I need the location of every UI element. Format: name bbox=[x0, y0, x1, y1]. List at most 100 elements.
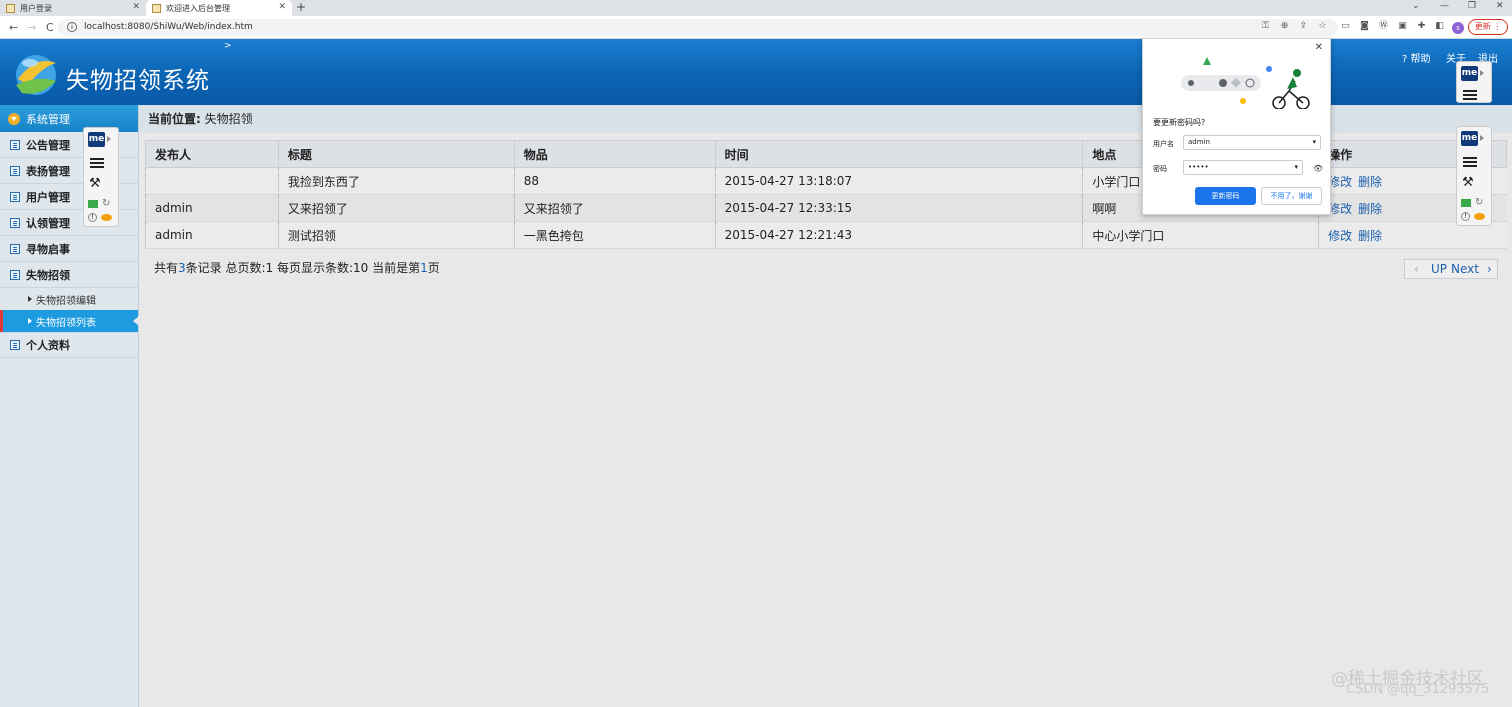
url-bar[interactable]: i localhost:8080/ShiWu/Web/index.htm bbox=[58, 19, 1338, 36]
tab-admin-welcome[interactable]: 欢迎进入后台管理 ✕ bbox=[146, 0, 292, 16]
sidebar-item-lost-notices[interactable]: 寻物启事 bbox=[0, 236, 138, 262]
minimize-button[interactable]: — bbox=[1440, 1, 1449, 11]
username-label: 用户名 bbox=[1153, 140, 1174, 148]
tab-search-icon[interactable]: ⌄ bbox=[1412, 1, 1420, 11]
camera-icon[interactable]: ◙ bbox=[1359, 21, 1370, 32]
username-select[interactable]: admin ▾ bbox=[1183, 135, 1321, 150]
page-up-button[interactable]: UP bbox=[1431, 260, 1447, 278]
close-tab-icon[interactable]: ✕ bbox=[132, 2, 140, 12]
list-icon bbox=[10, 217, 20, 228]
forward-button[interactable]: → bbox=[27, 21, 36, 34]
password-select[interactable]: ••••• ▾ bbox=[1183, 160, 1303, 175]
sidebar-section-label: 系统管理 bbox=[26, 112, 70, 126]
total-count: 3 bbox=[178, 261, 186, 275]
expand-arrow-icon[interactable] bbox=[1480, 135, 1484, 141]
list-icon bbox=[10, 139, 20, 150]
tab-user-login[interactable]: 用户登录 ✕ bbox=[0, 0, 146, 16]
expand-arrow-icon[interactable] bbox=[1480, 70, 1484, 76]
delete-link[interactable]: 删除 bbox=[1358, 229, 1382, 243]
magic-wand-icon[interactable]: ⚒ bbox=[89, 176, 101, 191]
column-header-title[interactable]: 标题 bbox=[277, 140, 515, 168]
back-button[interactable]: ← bbox=[9, 21, 18, 34]
zoom-icon[interactable]: ⊕ bbox=[1279, 21, 1290, 32]
refresh-icon[interactable]: ↻ bbox=[102, 198, 110, 209]
triangle-right-icon bbox=[28, 296, 32, 302]
cast-icon[interactable] bbox=[1461, 199, 1471, 207]
username-value: admin bbox=[1188, 138, 1210, 146]
tab-label: 欢迎进入后台管理 bbox=[166, 3, 230, 13]
image-extension-icon[interactable]: ▣ bbox=[1397, 21, 1408, 32]
close-tab-icon[interactable]: ✕ bbox=[278, 2, 286, 12]
chevron-right-icon[interactable]: › bbox=[1487, 260, 1492, 278]
sidebar-subitem-found-edit[interactable]: 失物招领编辑 bbox=[0, 288, 138, 310]
current-page: 1 bbox=[420, 261, 428, 275]
menu-icon[interactable] bbox=[1463, 90, 1477, 92]
decline-button[interactable]: 不用了，谢谢 bbox=[1261, 187, 1322, 205]
page-favicon-icon bbox=[152, 3, 161, 13]
menu-icon[interactable] bbox=[90, 158, 104, 160]
me-logo-icon[interactable]: me bbox=[1461, 66, 1478, 81]
warning-icon[interactable]: ! bbox=[1461, 212, 1470, 221]
extension-widget-right: me ⚒ ↻ ! bbox=[1456, 126, 1492, 226]
chevron-left-icon[interactable]: ‹ bbox=[1414, 260, 1419, 278]
reload-button[interactable]: C bbox=[46, 21, 54, 34]
w-extension-icon[interactable]: Ⓦ bbox=[1378, 21, 1389, 32]
edit-link[interactable]: 修改 bbox=[1328, 229, 1352, 243]
extension-icon[interactable]: ▭ bbox=[1340, 21, 1351, 32]
triangle-right-icon bbox=[28, 318, 32, 324]
help-link[interactable]: ? 帮助 bbox=[1402, 50, 1431, 65]
pagination: ‹ UP Next › bbox=[1404, 259, 1498, 279]
watermark-text: CSDN @qq_31293575 bbox=[1346, 682, 1490, 697]
refresh-icon[interactable]: ↻ bbox=[1475, 197, 1483, 208]
extension-widget-left: me ⚒ ↻ ! bbox=[83, 127, 119, 227]
cell-publisher bbox=[145, 167, 279, 195]
delete-link[interactable]: 删除 bbox=[1358, 175, 1382, 189]
update-password-button[interactable]: 更新密码 bbox=[1195, 187, 1256, 205]
column-header-item[interactable]: 物品 bbox=[513, 140, 716, 168]
delete-link[interactable]: 删除 bbox=[1358, 202, 1382, 216]
list-icon bbox=[10, 340, 20, 350]
password-update-dialog: ✕ 要更新密码吗? 用户名 admin ▾ 密码 ••••• ▾ 👁 更新密码 … bbox=[1142, 38, 1331, 215]
sidepanel-icon[interactable]: ◧ bbox=[1434, 21, 1445, 32]
page-next-button[interactable]: Next bbox=[1451, 260, 1479, 278]
tab-label: 用户登录 bbox=[20, 3, 52, 13]
cast-icon[interactable] bbox=[88, 200, 98, 208]
close-window-button[interactable]: ✕ bbox=[1496, 1, 1504, 11]
expand-arrow-icon[interactable] bbox=[107, 136, 111, 142]
sidebar-subitem-label: 失物招领编辑 bbox=[36, 295, 96, 307]
warning-icon[interactable]: ! bbox=[88, 213, 97, 222]
maximize-button[interactable]: ❐ bbox=[1468, 1, 1476, 11]
profile-avatar[interactable]: s bbox=[1452, 22, 1464, 34]
key-icon[interactable]: ⚿ bbox=[1260, 21, 1271, 32]
me-logo-icon[interactable]: me bbox=[1461, 131, 1478, 146]
new-tab-button[interactable]: + bbox=[296, 0, 306, 14]
show-password-icon[interactable]: 👁 bbox=[1313, 164, 1323, 173]
list-icon bbox=[10, 243, 20, 254]
puzzle-icon[interactable]: ✚ bbox=[1416, 21, 1427, 32]
summary-text: 页 bbox=[427, 261, 440, 275]
me-logo-icon[interactable]: me bbox=[88, 132, 105, 147]
edit-link[interactable]: 修改 bbox=[1328, 175, 1352, 189]
column-header-time[interactable]: 时间 bbox=[714, 140, 1084, 168]
site-info-icon[interactable]: i bbox=[67, 22, 77, 32]
update-browser-button[interactable]: 更新 ⋮ bbox=[1468, 19, 1508, 35]
sidebar-item-profile[interactable]: 个人资料 bbox=[0, 332, 138, 358]
edit-link[interactable]: 修改 bbox=[1328, 202, 1352, 216]
breadcrumb-label: 当前位置: bbox=[148, 112, 201, 126]
column-header-publisher[interactable]: 发布人 bbox=[145, 140, 279, 168]
eye-icon[interactable] bbox=[1474, 213, 1485, 220]
menu-icon[interactable] bbox=[1463, 157, 1477, 159]
sidebar-item-label: 表扬管理 bbox=[26, 164, 70, 178]
sidebar-item-label: 个人资料 bbox=[26, 339, 70, 352]
sidebar-item-found-items[interactable]: 失物招领 bbox=[0, 262, 138, 288]
sidebar-item-label: 用户管理 bbox=[26, 190, 70, 204]
eye-icon[interactable] bbox=[101, 214, 112, 221]
magic-wand-icon[interactable]: ⚒ bbox=[1462, 175, 1474, 190]
summary-text: 共有 bbox=[154, 261, 179, 275]
sidebar-subitem-found-list[interactable]: 失物招领列表 bbox=[0, 310, 139, 332]
header-caret: > bbox=[224, 41, 232, 51]
share-icon[interactable]: ⇪ bbox=[1298, 21, 1309, 32]
app-title: 失物招领系统 bbox=[66, 68, 210, 94]
bookmark-star-icon[interactable]: ☆ bbox=[1317, 21, 1328, 32]
cell-title: 我捡到东西了 bbox=[277, 167, 515, 195]
